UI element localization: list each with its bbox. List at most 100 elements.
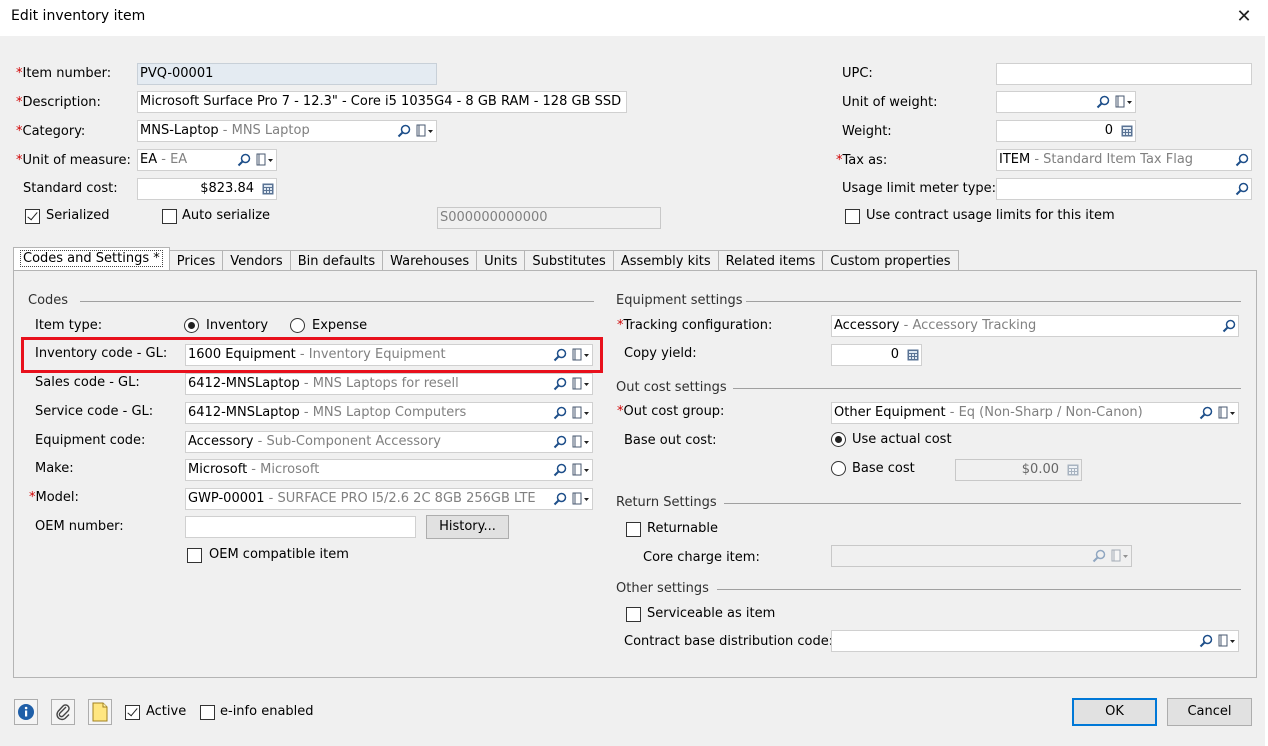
use-actual-cost-radio[interactable] (831, 432, 846, 447)
lookup-menu-icon[interactable] (572, 463, 590, 477)
lookup-menu-icon (1111, 549, 1129, 563)
highlight-box (21, 337, 603, 373)
make-field[interactable]: Microsoft - Microsoft (185, 459, 593, 481)
equipment-code-label: Equipment code: (35, 433, 146, 448)
base-out-cost-label: Base out cost: (624, 433, 717, 448)
use-contract-usage-limits-checkbox[interactable] (845, 209, 860, 224)
serial-template-field: S000000000000 (437, 207, 661, 229)
tax-as-label: *Tax as: (836, 153, 888, 168)
lookup-menu-icon[interactable] (256, 153, 274, 167)
use-actual-cost-label: Use actual cost (852, 432, 952, 447)
item-number-label: *Item number: (16, 66, 112, 81)
contract-base-distribution-code-field[interactable] (831, 630, 1239, 652)
item-type-inventory-radio[interactable] (184, 318, 199, 333)
serviceable-label: Serviceable as item (647, 606, 776, 621)
lookup-menu-icon[interactable] (572, 406, 590, 420)
lookup-menu-icon[interactable] (416, 124, 434, 138)
oem-number-label: OEM number: (35, 519, 124, 534)
history-button[interactable]: History... (426, 515, 509, 539)
item-type-label: Item type: (35, 318, 103, 333)
serviceable-checkbox[interactable] (626, 607, 641, 622)
calculator-icon[interactable] (1121, 125, 1133, 137)
lookup-menu-icon[interactable] (1115, 95, 1133, 109)
lookup-menu-icon[interactable] (572, 377, 590, 391)
search-icon[interactable] (1235, 153, 1249, 167)
search-icon[interactable] (553, 406, 567, 420)
tracking-configuration-field[interactable]: Accessory - Accessory Tracking (831, 315, 1239, 337)
lookup-menu-icon[interactable] (572, 492, 590, 506)
lookup-menu-icon[interactable] (1218, 406, 1236, 420)
base-cost-field: $0.00 (955, 459, 1082, 481)
search-icon[interactable] (237, 153, 251, 167)
oem-compatible-checkbox[interactable] (187, 548, 202, 563)
lookup-menu-icon[interactable] (1218, 634, 1236, 648)
calculator-icon (1067, 464, 1079, 476)
serialized-label: Serialized (46, 208, 110, 223)
returnable-checkbox[interactable] (626, 522, 641, 537)
standard-cost-label: Standard cost: (23, 181, 118, 196)
search-icon[interactable] (553, 492, 567, 506)
search-icon[interactable] (1222, 319, 1236, 333)
category-field[interactable]: MNS-Laptop - MNS Laptop (137, 120, 437, 142)
equipment-code-field[interactable]: Accessory - Sub-Component Accessory (185, 431, 593, 453)
core-charge-item-label: Core charge item: (643, 550, 760, 565)
lookup-menu-icon[interactable] (572, 435, 590, 449)
item-number-field[interactable]: PVQ-00001 (137, 63, 437, 85)
auto-serialize-checkbox[interactable] (162, 209, 177, 224)
copy-yield-label: Copy yield: (624, 346, 697, 361)
einfo-checkbox[interactable] (200, 705, 215, 720)
serialized-checkbox[interactable] (25, 209, 40, 224)
sales-code-field[interactable]: 6412-MNSLaptop - MNS Laptops for resell (185, 373, 593, 395)
make-label: Make: (35, 461, 74, 476)
search-icon[interactable] (1235, 182, 1249, 196)
search-icon (1092, 549, 1106, 563)
calculator-icon[interactable] (262, 183, 274, 195)
unit-of-weight-field[interactable] (996, 91, 1136, 113)
item-type-expense-radio[interactable] (290, 318, 305, 333)
codes-group-title: Codes (28, 293, 69, 308)
cancel-button[interactable]: Cancel (1167, 698, 1252, 726)
upc-field[interactable] (996, 63, 1252, 85)
usage-limit-meter-type-label: Usage limit meter type: (842, 181, 997, 196)
equipment-settings-title: Equipment settings (616, 293, 743, 308)
attachment-icon[interactable] (51, 699, 75, 725)
model-field[interactable]: GWP-00001 - SURFACE PRO I5/2.6 2C 8GB 25… (185, 488, 593, 510)
out-cost-settings-line (733, 388, 1241, 389)
search-icon[interactable] (553, 463, 567, 477)
calculator-icon[interactable] (907, 349, 919, 361)
upc-label: UPC: (842, 66, 873, 81)
codes-group-line (80, 301, 594, 302)
search-icon[interactable] (553, 377, 567, 391)
weight-field[interactable]: 0 (996, 120, 1136, 142)
standard-cost-field[interactable]: $823.84 (137, 178, 277, 200)
service-code-label: Service code - GL: (35, 404, 154, 419)
active-checkbox[interactable] (125, 705, 140, 720)
oem-number-field[interactable] (185, 516, 416, 538)
base-cost-label: Base cost (852, 461, 915, 476)
auto-serialize-label: Auto serialize (182, 208, 271, 223)
search-icon[interactable] (1199, 406, 1213, 420)
out-cost-group-label: *Out cost group: (617, 404, 725, 419)
base-cost-radio[interactable] (831, 461, 846, 476)
description-label: *Description: (16, 95, 101, 110)
copy-yield-field[interactable]: 0 (831, 344, 922, 366)
search-icon[interactable] (553, 435, 567, 449)
out-cost-settings-title: Out cost settings (616, 380, 727, 395)
info-icon[interactable] (14, 699, 38, 725)
search-icon[interactable] (1199, 634, 1213, 648)
contract-base-distribution-code-label: Contract base distribution code: (624, 634, 834, 649)
tax-as-field[interactable]: ITEM - Standard Item Tax Flag (996, 149, 1252, 171)
sales-code-label: Sales code - GL: (35, 375, 140, 390)
description-field[interactable]: Microsoft Surface Pro 7 - 12.3" - Core i… (137, 91, 627, 113)
close-icon[interactable]: ✕ (1234, 6, 1254, 28)
notes-icon[interactable] (88, 699, 112, 725)
service-code-field[interactable]: 6412-MNSLaptop - MNS Laptop Computers (185, 402, 593, 424)
out-cost-group-field[interactable]: Other Equipment - Eq (Non-Sharp / Non-Ca… (831, 402, 1239, 424)
tab-strip: Codes and Settings * Prices Vendors Bin … (13, 247, 959, 273)
search-icon[interactable] (397, 124, 411, 138)
title-bar: Edit inventory item ✕ (0, 0, 1268, 36)
ok-button[interactable]: OK (1072, 698, 1157, 726)
unit-of-measure-field[interactable]: EA - EA (137, 149, 277, 171)
search-icon[interactable] (1096, 95, 1110, 109)
usage-limit-meter-type-field[interactable] (996, 178, 1252, 200)
